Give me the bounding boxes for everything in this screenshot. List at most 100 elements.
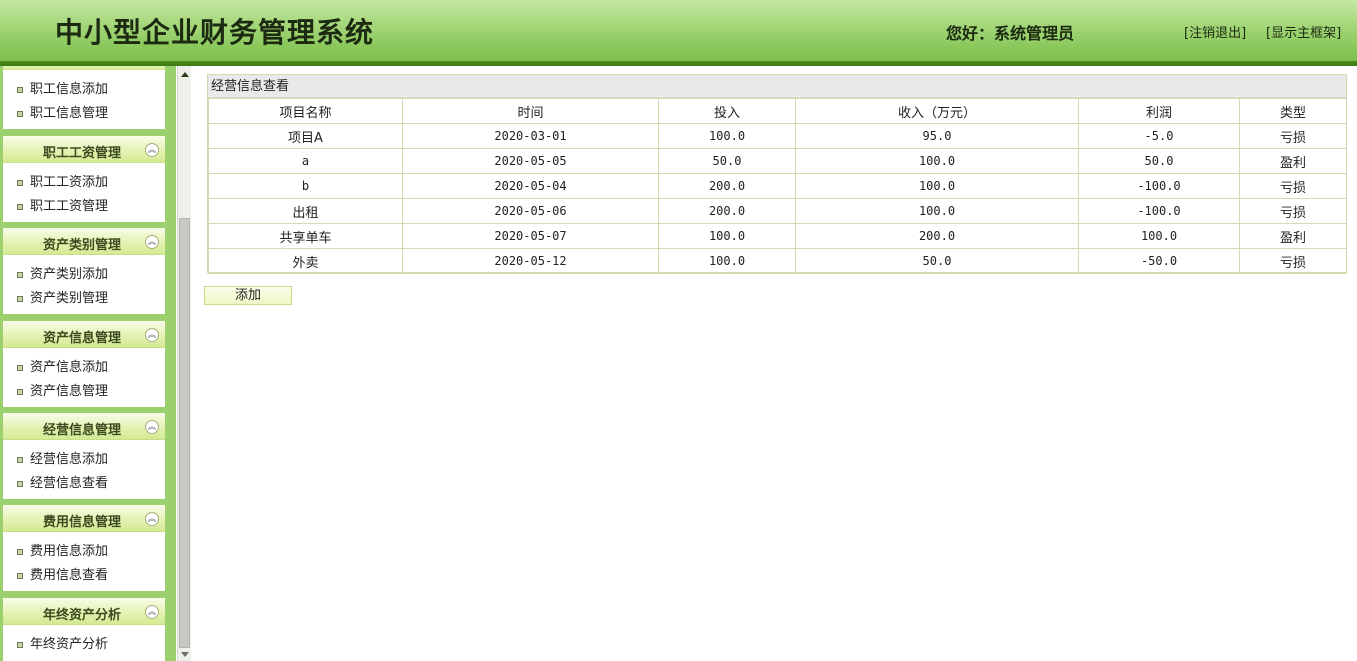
nav-item-label: 职工工资添加 bbox=[30, 175, 109, 190]
cell-type: 亏损 bbox=[1239, 123, 1347, 149]
scroll-down-arrow-icon[interactable] bbox=[181, 652, 189, 657]
cell-profit: -100.0 bbox=[1078, 173, 1240, 199]
cell-type: 亏损 bbox=[1239, 198, 1347, 224]
cell-investment: 200.0 bbox=[658, 173, 796, 199]
add-button[interactable]: 添加 bbox=[204, 286, 292, 305]
app-title: 中小型企业财务管理系统 bbox=[55, 16, 375, 49]
nav-group-salary: 职工工资管理 ︽ 职工工资添加 职工工资管理 bbox=[3, 136, 165, 222]
collapse-chevron-icon[interactable]: ︽ bbox=[145, 420, 159, 434]
cell-profit: 50.0 bbox=[1078, 148, 1240, 174]
cell-time: 2020-05-06 bbox=[402, 198, 659, 224]
nav-group-asset-info: 资产信息管理 ︽ 资产信息添加 资产信息管理 bbox=[3, 321, 165, 407]
bullet-icon bbox=[17, 111, 23, 117]
bullet-icon bbox=[17, 389, 23, 395]
cell-income: 100.0 bbox=[795, 148, 1079, 174]
user-greeting: 您好：系统管理员 bbox=[946, 24, 1075, 43]
cell-investment: 100.0 bbox=[658, 123, 796, 149]
show-main-frame-link[interactable]: [显示主框架] bbox=[1266, 22, 1341, 41]
nav-group-header[interactable]: 职工工资管理 ︽ bbox=[3, 136, 165, 163]
table-row: 外卖 2020-05-12 100.0 50.0 -50.0 亏损 bbox=[208, 248, 1347, 274]
logout-link[interactable]: [注销退出] bbox=[1184, 22, 1246, 41]
cell-income: 95.0 bbox=[795, 123, 1079, 149]
nav-item-business-info-view[interactable]: 经营信息查看 bbox=[3, 472, 165, 496]
header-bar: 中小型企业财务管理系统 您好：系统管理员 [注销退出] [显示主框架] bbox=[0, 0, 1357, 61]
nav-group-header[interactable]: 资产信息管理 ︽ bbox=[3, 321, 165, 348]
business-info-table: 项目名称 时间 投入 收入（万元） 利润 类型 项目A 2020-03-01 1… bbox=[208, 98, 1347, 274]
nav-item-expense-info-add[interactable]: 费用信息添加 bbox=[3, 540, 165, 564]
header-divider bbox=[0, 61, 1357, 66]
nav-group-header[interactable]: 经营信息管理 ︽ bbox=[3, 413, 165, 440]
collapse-chevron-icon[interactable]: ︽ bbox=[145, 512, 159, 526]
bullet-icon bbox=[17, 180, 23, 186]
nav-item-year-end-analysis[interactable]: 年终资产分析 bbox=[3, 633, 165, 657]
scroll-up-arrow-icon[interactable] bbox=[181, 72, 189, 77]
nav-item-label: 职工信息添加 bbox=[30, 82, 109, 97]
cell-project-name: 项目A bbox=[208, 123, 403, 149]
nav-item-label: 经营信息添加 bbox=[30, 452, 109, 467]
nav-item-employee-info-manage[interactable]: 职工信息管理 bbox=[3, 102, 165, 126]
business-info-panel: 经营信息查看 项目名称 时间 投入 收入（万元） 利润 类型 项目A 2020-… bbox=[207, 74, 1347, 274]
nav-item-salary-manage[interactable]: 职工工资管理 bbox=[3, 195, 165, 219]
nav-item-asset-category-manage[interactable]: 资产类别管理 bbox=[3, 287, 165, 311]
nav-item-label: 经营信息查看 bbox=[30, 476, 109, 491]
cell-investment: 100.0 bbox=[658, 248, 796, 274]
cell-type: 盈利 bbox=[1239, 148, 1347, 174]
nav-group-title: 职工工资管理 bbox=[42, 146, 121, 161]
bullet-icon bbox=[17, 204, 23, 210]
table-row: 项目A 2020-03-01 100.0 95.0 -5.0 亏损 bbox=[208, 123, 1347, 149]
cell-profit: -100.0 bbox=[1078, 198, 1240, 224]
cell-investment: 50.0 bbox=[658, 148, 796, 174]
column-header-investment: 投入 bbox=[658, 98, 796, 124]
column-header-project-name: 项目名称 bbox=[208, 98, 403, 124]
table-row: a 2020-05-05 50.0 100.0 50.0 盈利 bbox=[208, 148, 1347, 174]
cell-income: 100.0 bbox=[795, 198, 1079, 224]
cell-income: 50.0 bbox=[795, 248, 1079, 274]
nav-group-header[interactable]: 年终资产分析 ︽ bbox=[3, 598, 165, 625]
bullet-icon bbox=[17, 272, 23, 278]
nav-group-title: 年终资产分析 bbox=[42, 608, 121, 623]
nav-item-asset-info-add[interactable]: 资产信息添加 bbox=[3, 356, 165, 380]
nav-item-asset-info-manage[interactable]: 资产信息管理 bbox=[3, 380, 165, 404]
bullet-icon bbox=[17, 457, 23, 463]
cell-investment: 200.0 bbox=[658, 198, 796, 224]
nav-item-expense-info-view[interactable]: 费用信息查看 bbox=[3, 564, 165, 588]
sidebar-scrollbar[interactable] bbox=[177, 66, 191, 661]
cell-type: 亏损 bbox=[1239, 248, 1347, 274]
cell-type: 亏损 bbox=[1239, 173, 1347, 199]
bullet-icon bbox=[17, 365, 23, 371]
cell-investment: 100.0 bbox=[658, 223, 796, 249]
column-header-type: 类型 bbox=[1239, 98, 1347, 124]
nav-group-business-info: 经营信息管理 ︽ 经营信息添加 经营信息查看 bbox=[3, 413, 165, 499]
nav-group-asset-category: 资产类别管理 ︽ 资产类别添加 资产类别管理 bbox=[3, 228, 165, 314]
collapse-chevron-icon[interactable]: ︽ bbox=[145, 235, 159, 249]
sidebar: 职工信息添加 职工信息管理 职工工资管理 ︽ 职工工资添加 职工工资管理 资产类… bbox=[0, 66, 176, 661]
bullet-icon bbox=[17, 642, 23, 648]
nav-item-asset-category-add[interactable]: 资产类别添加 bbox=[3, 263, 165, 287]
column-header-profit: 利润 bbox=[1078, 98, 1240, 124]
cell-project-name: b bbox=[208, 173, 403, 199]
collapse-chevron-icon[interactable]: ︽ bbox=[145, 143, 159, 157]
collapse-chevron-icon[interactable]: ︽ bbox=[145, 328, 159, 342]
nav-group-title: 资产信息管理 bbox=[42, 331, 121, 346]
column-header-time: 时间 bbox=[402, 98, 659, 124]
nav-item-business-info-add[interactable]: 经营信息添加 bbox=[3, 448, 165, 472]
nav-item-label: 年终资产分析 bbox=[30, 637, 109, 652]
nav-group-header[interactable]: 费用信息管理 ︽ bbox=[3, 505, 165, 532]
scrollbar-thumb[interactable] bbox=[179, 218, 190, 648]
cell-profit: -5.0 bbox=[1078, 123, 1240, 149]
nav-item-employee-info-add[interactable]: 职工信息添加 bbox=[3, 78, 165, 102]
collapse-chevron-icon[interactable]: ︽ bbox=[145, 605, 159, 619]
nav-group-title: 经营信息管理 bbox=[42, 423, 121, 438]
table-row: b 2020-05-04 200.0 100.0 -100.0 亏损 bbox=[208, 173, 1347, 199]
panel-title: 经营信息查看 bbox=[208, 75, 1346, 98]
nav-item-label: 费用信息添加 bbox=[30, 544, 109, 559]
cell-time: 2020-03-01 bbox=[402, 123, 659, 149]
nav-item-salary-add[interactable]: 职工工资添加 bbox=[3, 171, 165, 195]
cell-time: 2020-05-04 bbox=[402, 173, 659, 199]
nav-group-header[interactable]: 资产类别管理 ︽ bbox=[3, 228, 165, 255]
cell-type: 盈利 bbox=[1239, 223, 1347, 249]
nav-item-label: 职工信息管理 bbox=[30, 106, 109, 121]
nav-group-title: 资产类别管理 bbox=[42, 238, 121, 253]
nav-item-label: 资产信息管理 bbox=[30, 384, 109, 399]
cell-time: 2020-05-05 bbox=[402, 148, 659, 174]
